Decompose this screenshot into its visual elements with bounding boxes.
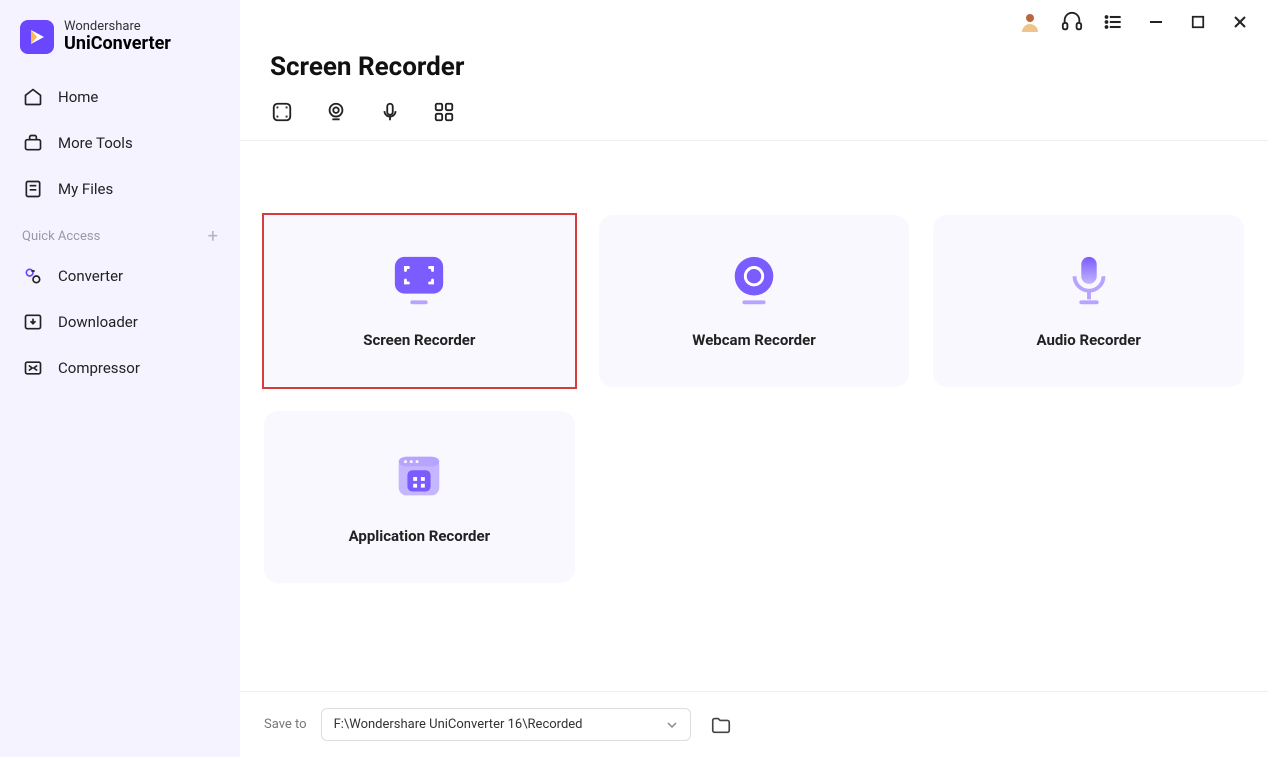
card-label: Screen Recorder bbox=[363, 331, 475, 349]
mode-apps-icon[interactable] bbox=[432, 100, 456, 124]
download-icon bbox=[22, 311, 44, 333]
save-path-select[interactable]: F:\Wondershare UniConverter 16\Recorded bbox=[321, 708, 691, 741]
screen-recorder-icon bbox=[391, 253, 447, 309]
add-quick-access-button[interactable]: + bbox=[208, 226, 218, 247]
card-label: Application Recorder bbox=[349, 527, 491, 545]
logo-product-text: UniConverter bbox=[64, 34, 171, 54]
mode-webcam-icon[interactable] bbox=[324, 100, 348, 124]
card-audio-recorder[interactable]: Audio Recorder bbox=[933, 215, 1244, 387]
mode-audio-icon[interactable] bbox=[378, 100, 402, 124]
cards-grid: Screen Recorder Webcam Recorder Audio Re… bbox=[240, 141, 1268, 603]
sidebar: Wondershare UniConverter Home More Tools… bbox=[0, 0, 240, 757]
sidebar-item-my-files[interactable]: My Files bbox=[0, 166, 240, 212]
save-path-text: F:\Wondershare UniConverter 16\Recorded bbox=[334, 717, 583, 732]
sidebar-item-label: Downloader bbox=[58, 313, 138, 331]
support-icon[interactable] bbox=[1060, 10, 1084, 34]
sidebar-item-converter[interactable]: Converter bbox=[0, 253, 240, 299]
briefcase-icon bbox=[22, 132, 44, 154]
menu-icon[interactable] bbox=[1102, 10, 1126, 34]
sidebar-item-downloader[interactable]: Downloader bbox=[0, 299, 240, 345]
audio-recorder-icon bbox=[1061, 253, 1117, 309]
sidebar-item-home[interactable]: Home bbox=[0, 74, 240, 120]
sidebar-item-label: Converter bbox=[58, 267, 123, 285]
main-panel: Screen Recorder Screen Recorder Webcam R… bbox=[240, 0, 1268, 757]
logo-area: Wondershare UniConverter bbox=[0, 20, 240, 74]
minimize-button[interactable] bbox=[1144, 10, 1168, 34]
sidebar-item-label: More Tools bbox=[58, 134, 133, 152]
sidebar-item-label: My Files bbox=[58, 180, 113, 198]
card-label: Webcam Recorder bbox=[692, 331, 815, 349]
files-icon bbox=[22, 178, 44, 200]
card-application-recorder[interactable]: Application Recorder bbox=[264, 411, 575, 583]
sidebar-item-compressor[interactable]: Compressor bbox=[0, 345, 240, 391]
converter-icon bbox=[22, 265, 44, 287]
close-button[interactable] bbox=[1228, 10, 1252, 34]
chevron-down-icon bbox=[666, 719, 678, 731]
card-screen-recorder[interactable]: Screen Recorder bbox=[264, 215, 575, 387]
home-icon bbox=[22, 86, 44, 108]
avatar-button[interactable] bbox=[1018, 10, 1042, 34]
sidebar-item-more-tools[interactable]: More Tools bbox=[0, 120, 240, 166]
titlebar bbox=[240, 0, 1268, 44]
logo-brand-text: Wondershare bbox=[64, 20, 171, 34]
logo-text: Wondershare UniConverter bbox=[64, 20, 171, 54]
save-to-label: Save to bbox=[264, 717, 307, 732]
quick-access-title: Quick Access bbox=[22, 229, 100, 244]
bottom-bar: Save to F:\Wondershare UniConverter 16\R… bbox=[240, 691, 1268, 757]
webcam-recorder-icon bbox=[726, 253, 782, 309]
card-webcam-recorder[interactable]: Webcam Recorder bbox=[599, 215, 910, 387]
application-recorder-icon bbox=[391, 449, 447, 505]
card-label: Audio Recorder bbox=[1036, 331, 1140, 349]
open-folder-button[interactable] bbox=[705, 709, 737, 741]
maximize-button[interactable] bbox=[1186, 10, 1210, 34]
mode-screen-icon[interactable] bbox=[270, 100, 294, 124]
compressor-icon bbox=[22, 357, 44, 379]
mode-icons-row bbox=[240, 100, 1268, 140]
quick-access-header: Quick Access + bbox=[0, 212, 240, 253]
sidebar-item-label: Home bbox=[58, 88, 98, 106]
sidebar-item-label: Compressor bbox=[58, 359, 140, 377]
logo-icon bbox=[20, 20, 54, 54]
page-title: Screen Recorder bbox=[240, 44, 1268, 100]
